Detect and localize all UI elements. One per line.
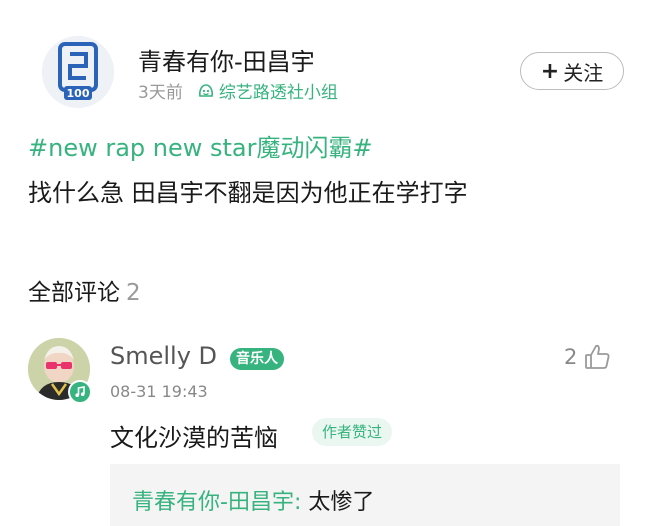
- comment-item: Smelly D 音乐人 08-31 19:43 2 文化沙漠的苦恼 作者赞过 …: [28, 338, 628, 526]
- musician-badge: 音乐人: [230, 348, 284, 370]
- follow-button[interactable]: + 关注: [520, 52, 624, 90]
- youth-with-you-logo-icon: 100: [42, 36, 114, 108]
- comment-time: 08-31 19:43: [110, 382, 208, 401]
- post-hashtag[interactable]: #new rap new star魔动闪霸#: [28, 128, 628, 163]
- post-author-name[interactable]: 青春有你-田昌宇: [138, 42, 315, 77]
- post-time: 3天前: [138, 83, 183, 103]
- commenter-name[interactable]: Smelly D: [110, 342, 217, 370]
- comments-count: 2: [126, 280, 141, 306]
- post-header: 100 青春有你-田昌宇 3天前 综艺路透社小组 + 关注: [42, 36, 632, 108]
- music-note-icon: [75, 386, 85, 397]
- author-liked-badge: 作者赞过: [312, 418, 393, 446]
- group-emoji-icon: [198, 83, 213, 97]
- music-badge: [68, 380, 92, 404]
- comment-text: 文化沙漠的苦恼: [110, 424, 278, 452]
- post-body: #new rap new star魔动闪霸# 找什么急 田昌宇不翻是因为他正在学…: [28, 128, 628, 208]
- author-avatar[interactable]: 100: [42, 36, 114, 108]
- comments-title: 全部评论: [28, 280, 120, 306]
- comments-heading: 全部评论 2: [28, 273, 141, 307]
- thumbs-up-icon: [585, 344, 610, 369]
- like-button[interactable]: 2: [564, 342, 613, 372]
- group-name: 综艺路透社小组: [218, 83, 338, 103]
- like-count: 2: [564, 345, 578, 369]
- svg-text:100: 100: [67, 87, 90, 100]
- reply-author[interactable]: 青春有你-田昌宇:: [132, 490, 301, 515]
- group-link[interactable]: 综艺路透社小组: [197, 78, 338, 103]
- post-meta: 3天前 综艺路透社小组: [138, 78, 338, 103]
- follow-label: 关注: [563, 60, 604, 85]
- reply-text: 太惨了: [308, 490, 375, 515]
- post-text: 找什么急 田昌宇不翻是因为他正在学打字: [28, 179, 468, 207]
- reply-preview[interactable]: 青春有你-田昌宇: 太惨了: [110, 464, 620, 526]
- plus-icon: +: [540, 58, 560, 84]
